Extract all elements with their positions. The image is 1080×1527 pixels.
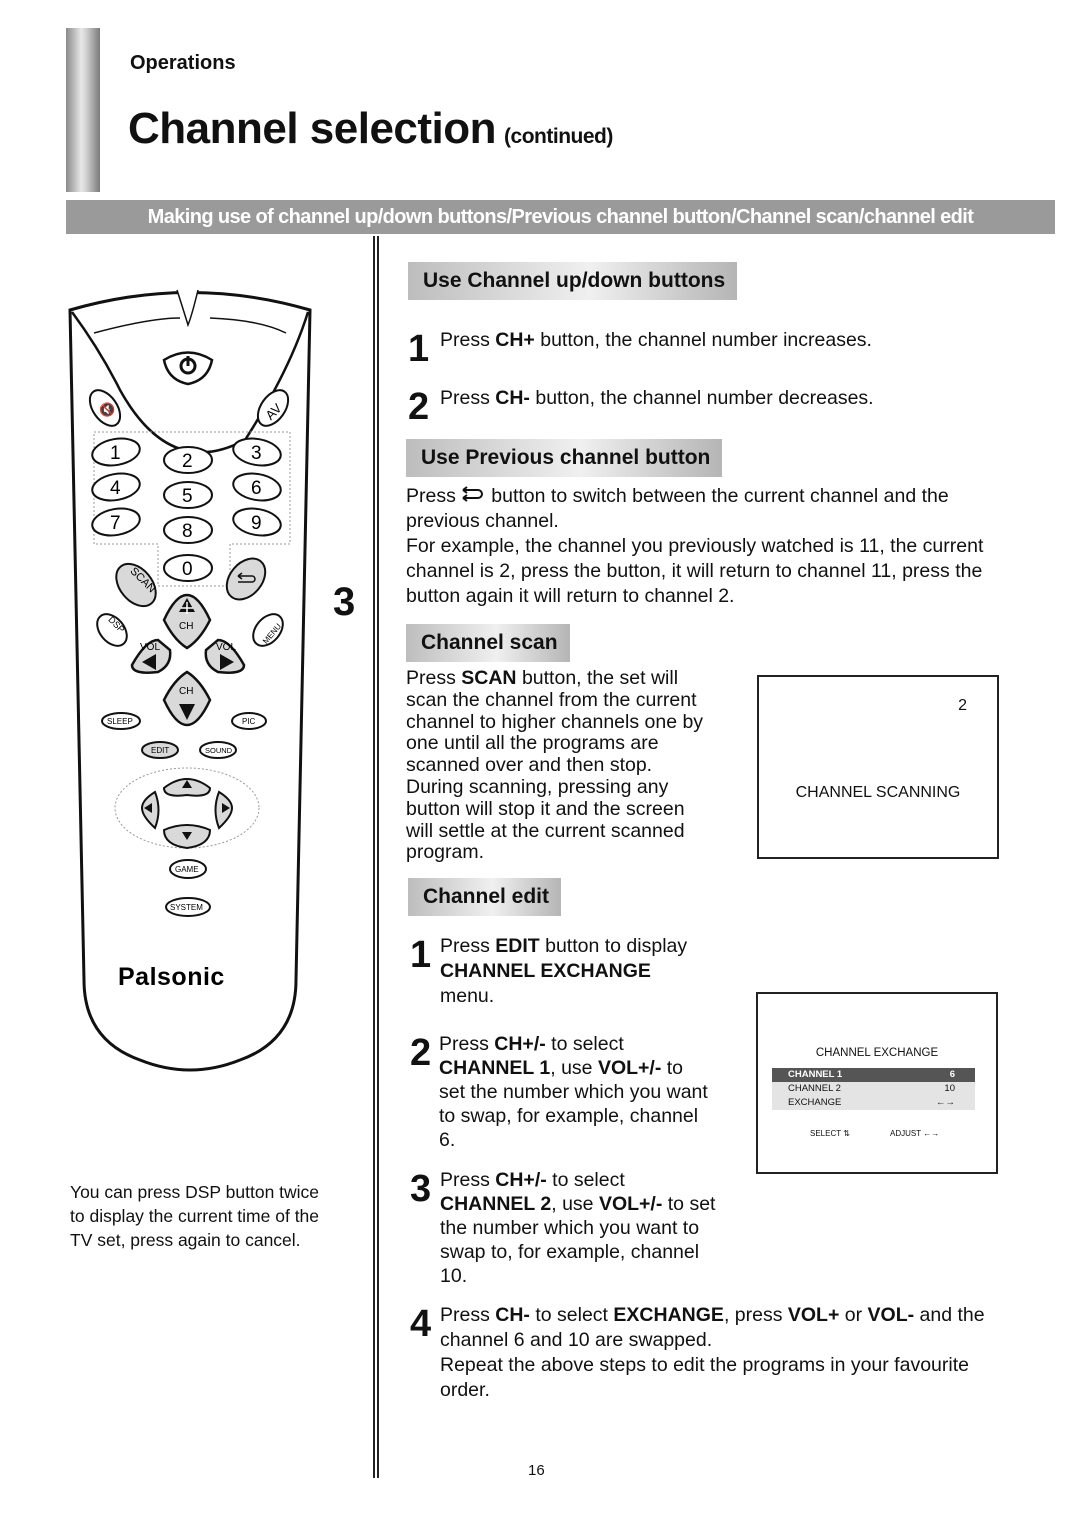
figure-number: 3	[333, 580, 356, 624]
vol-up-label: VOL	[216, 642, 236, 653]
step-number: 1	[410, 934, 432, 976]
step-number: 2	[408, 386, 430, 428]
vol-down-label: VOL	[140, 642, 160, 653]
osd-exchange-row: EXCHANGE ←→	[772, 1096, 975, 1110]
page-title: Channel selection (continued)	[128, 104, 613, 154]
step-text: Press EDIT button to display CHANNEL EXC…	[440, 935, 688, 1007]
osd-channel-scanning: 2 CHANNEL SCANNING	[757, 675, 999, 859]
heading-channel-updown: Use Channel up/down buttons	[408, 262, 738, 300]
digit-label: 0	[182, 559, 193, 580]
page-title-suffix: (continued)	[504, 125, 613, 148]
left-right-arrows-icon: ←→	[923, 1129, 940, 1138]
previous-channel-text: Press button to switch between the curre…	[406, 485, 984, 607]
topic-banner: Making use of channel up/down buttons/Pr…	[66, 200, 1055, 234]
step-number: 2	[410, 1032, 432, 1074]
brand-logo: Palsonic	[118, 963, 225, 991]
digit-label: 7	[110, 513, 121, 534]
osd-channel-number: 2	[958, 697, 967, 714]
digit-label: 1	[110, 443, 121, 464]
ch-down-label: CH	[179, 686, 193, 697]
osd-exchange-title: CHANNEL EXCHANGE	[815, 1047, 939, 1059]
side-accent-bar	[66, 28, 100, 192]
digit-label: 8	[182, 521, 193, 542]
section-label: Operations	[130, 52, 236, 74]
digit-label: 9	[251, 513, 262, 534]
column-divider	[373, 236, 375, 1478]
recall-icon	[462, 486, 483, 502]
sound-label: SOUND	[205, 746, 233, 755]
channel-scan-text: Press SCAN button, the set will scan the…	[406, 667, 704, 864]
game-label: GAME	[175, 865, 199, 874]
osd-row-value: 6	[949, 1069, 955, 1080]
digit-button-5: 5	[163, 481, 213, 509]
step-text: Press CH- to select EXCHANGE, press VOL+…	[440, 1304, 985, 1401]
osd-row-value: 10	[944, 1083, 955, 1094]
osd-adjust-hint: ADJUST ←→	[890, 1129, 940, 1138]
edit-label: EDIT	[151, 746, 169, 755]
heading-channel-edit: Channel edit	[408, 878, 562, 916]
up-down-arrows-icon: ⇅	[843, 1129, 850, 1138]
osd-row-value: ←→	[936, 1097, 955, 1108]
step-text: Press CH+/- to select CHANNEL 1, use VOL…	[439, 1033, 708, 1151]
step-number: 4	[410, 1303, 432, 1345]
system-label: SYSTEM	[170, 903, 203, 912]
game-button: GAME	[169, 859, 207, 879]
osd-select-hint: SELECT ⇅	[810, 1129, 850, 1138]
osd-channel-exchange: CHANNEL EXCHANGE CHANNEL 1 6 CHANNEL 2 10 EX…	[756, 992, 998, 1174]
page-title-text: Channel selection	[128, 104, 497, 153]
svg-text:🔇: 🔇	[99, 402, 115, 417]
digit-label: 3	[251, 443, 262, 464]
step-number: 3	[410, 1168, 432, 1210]
osd-exchange-row: CHANNEL 2 10	[772, 1082, 975, 1096]
osd-row-label: CHANNEL 2	[788, 1083, 841, 1094]
sleep-button: SLEEP	[101, 712, 141, 730]
digit-label: 4	[110, 478, 121, 499]
step-text: Press CH+ button, the channel number inc…	[440, 329, 872, 351]
remote-control-illustration: 🔇 AV 1234567890 SCAN CH CH VOL VOL	[68, 289, 312, 1072]
osd-scanning-message: CHANNEL SCANNING	[795, 784, 961, 801]
step-number: 1	[408, 328, 430, 370]
digit-label: 2	[182, 451, 193, 472]
system-button: SYSTEM	[165, 897, 211, 917]
osd-exchange-row: CHANNEL 1 6	[772, 1068, 975, 1082]
digit-label: 6	[251, 478, 262, 499]
digit-button-2: 2	[163, 446, 213, 474]
digit-button-8: 8	[163, 516, 213, 544]
repeat-note: Repeat the above steps to edit the progr…	[440, 1354, 969, 1401]
pic-button: PIC	[231, 712, 267, 730]
osd-row-label: EXCHANGE	[788, 1097, 842, 1108]
digit-label: 5	[182, 486, 193, 507]
page-number: 16	[528, 1462, 545, 1479]
step-text: Press CH- button, the channel number dec…	[440, 387, 874, 409]
sleep-label: SLEEP	[107, 717, 133, 726]
sound-button: SOUND	[199, 741, 237, 759]
heading-previous-channel: Use Previous channel button	[406, 439, 723, 477]
heading-channel-scan: Channel scan	[406, 624, 570, 662]
digit-button-0: 0	[163, 554, 213, 582]
pic-label: PIC	[242, 717, 256, 726]
column-divider	[377, 236, 379, 1478]
osd-exchange-table: CHANNEL 1 6 CHANNEL 2 10 EXCHANGE ←→	[772, 1068, 975, 1110]
edit-button: EDIT	[141, 741, 179, 759]
ch-up-label: CH	[179, 621, 193, 632]
step-text: Press CH+/- to select CHANNEL 2, use VOL…	[440, 1169, 716, 1287]
osd-row-label: CHANNEL 1	[788, 1069, 843, 1080]
dsp-note: You can press DSP button twice to displa…	[70, 1182, 320, 1250]
